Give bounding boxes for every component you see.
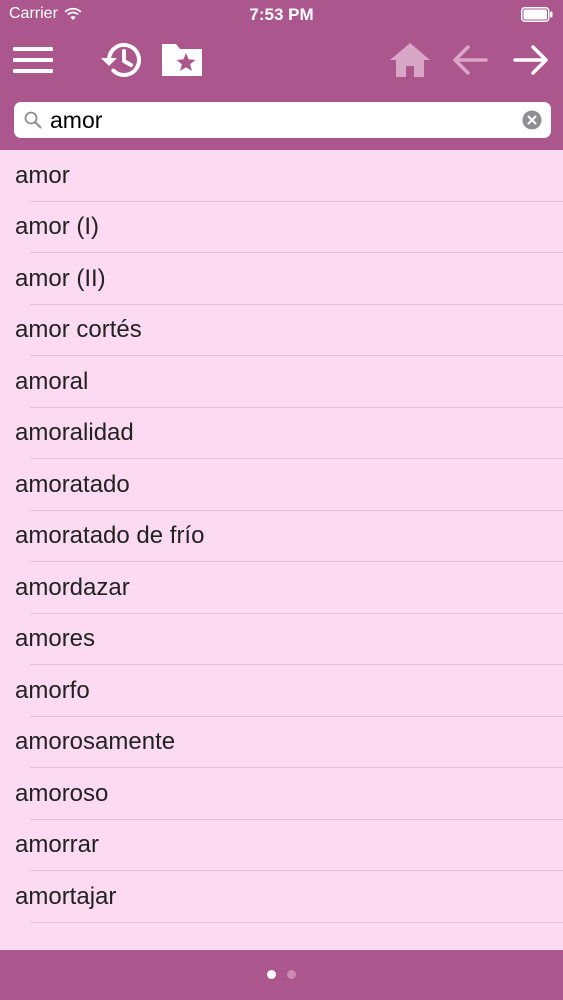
page-control-bar [0, 950, 563, 1000]
clear-circle-icon[interactable] [522, 110, 542, 130]
search-input[interactable] [50, 102, 520, 138]
list-item-label: amoratado de frío [15, 522, 205, 550]
battery-icon [521, 7, 553, 22]
list-item-label: amor cortés [15, 316, 142, 344]
magnifier-icon [24, 111, 42, 129]
history-clock-icon [101, 43, 141, 77]
hamburger-menu-icon [13, 47, 53, 73]
home-button[interactable] [386, 36, 434, 84]
list-item-label: amorosamente [15, 728, 176, 756]
page-dot-2[interactable] [287, 970, 296, 979]
list-item[interactable]: amoratado [0, 459, 563, 511]
list-item[interactable]: amor [0, 150, 563, 202]
list-item[interactable]: amoralidad [0, 408, 563, 460]
list-item-label: amor (II) [15, 264, 106, 292]
list-item-label: amorfo [15, 676, 90, 704]
list-item[interactable]: amor (II) [0, 253, 563, 305]
list-item-label: amor [15, 161, 70, 189]
list-item-label: amoral [15, 367, 89, 395]
arrow-right-icon [513, 45, 548, 75]
list-item[interactable]: amoral [0, 356, 563, 408]
list-item-label: amoroso [15, 779, 109, 807]
arrow-left-icon [453, 45, 488, 75]
list-item[interactable]: amor cortés [0, 305, 563, 357]
list-item-label: amortajar [15, 882, 117, 910]
list-item[interactable]: amoratado de frío [0, 511, 563, 563]
menu-button[interactable] [9, 36, 57, 84]
app-header: Carrier 7:53 PM [0, 0, 563, 150]
status-time: 7:53 PM [249, 5, 314, 24]
status-bar: Carrier 7:53 PM [0, 0, 563, 30]
list-item-label: amor (I) [15, 213, 99, 241]
results-list: amor amor (I) amor (II) amor cortés amor… [0, 150, 563, 950]
list-item-label: amores [15, 625, 96, 653]
list-item-label: amoratado [15, 470, 130, 498]
folder-star-icon [162, 44, 202, 76]
page-dot-1[interactable] [267, 970, 276, 979]
history-button[interactable] [98, 36, 146, 84]
list-item[interactable]: amor (I) [0, 202, 563, 254]
list-item[interactable]: amortajar [0, 871, 563, 923]
list-item[interactable]: amores [0, 614, 563, 666]
list-item-label: amordazar [15, 573, 130, 601]
list-item[interactable]: amorfo [0, 665, 563, 717]
list-item-label: amoralidad [15, 419, 134, 447]
list-item[interactable]: amoroso [0, 768, 563, 820]
list-item[interactable]: amordazar [0, 562, 563, 614]
forward-button[interactable] [507, 36, 555, 84]
list-item[interactable]: amorrar [0, 820, 563, 872]
home-icon [390, 43, 430, 77]
list-item[interactable]: amorosamente [0, 717, 563, 769]
search-bar [14, 102, 551, 138]
back-button[interactable] [446, 36, 494, 84]
list-item-label: amorrar [15, 831, 100, 859]
favorites-button[interactable] [158, 36, 206, 84]
